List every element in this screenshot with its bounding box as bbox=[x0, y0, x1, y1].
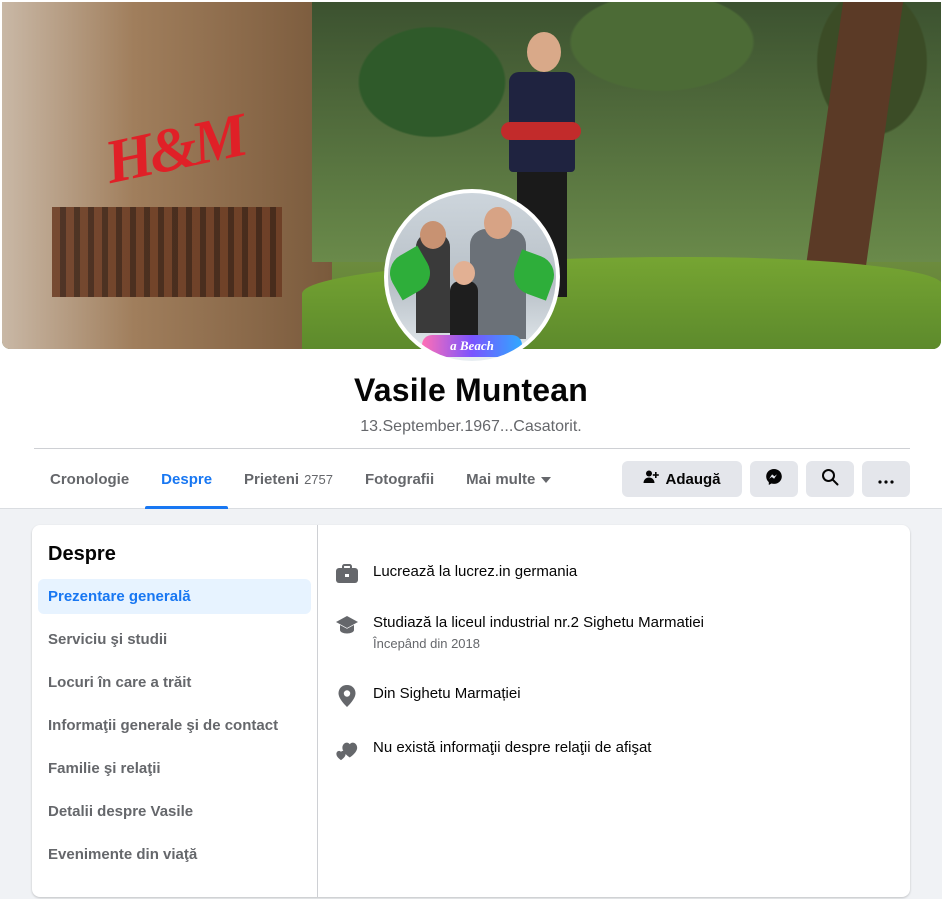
messenger-button[interactable] bbox=[750, 461, 798, 497]
add-friend-button[interactable]: Adaugă bbox=[622, 461, 742, 497]
friends-count: 2757 bbox=[304, 472, 333, 487]
about-sidebar: Despre Prezentare generală Serviciu şi s… bbox=[32, 525, 318, 897]
about-menu-family[interactable]: Familie şi relaţii bbox=[38, 751, 311, 786]
about-menu-details[interactable]: Detalii despre Vasile bbox=[38, 794, 311, 829]
relationship-info: Nu există informaţii despre relaţii de a… bbox=[335, 738, 651, 762]
about-card: Despre Prezentare generală Serviciu şi s… bbox=[32, 525, 910, 897]
work-text: Lucrează la lucrez.in germania bbox=[373, 563, 578, 580]
profile-actions: Adaugă bbox=[622, 461, 910, 497]
profile-bio: 13.September.1967...Casatorit. bbox=[360, 418, 582, 435]
caret-down-icon bbox=[541, 476, 552, 483]
header-divider bbox=[34, 448, 910, 449]
tab-prieteni[interactable]: Prieteni 2757 bbox=[228, 450, 349, 509]
tab-despre[interactable]: Despre bbox=[145, 450, 228, 509]
about-title: Despre bbox=[48, 543, 116, 565]
education-since: Începând din 2018 bbox=[373, 636, 480, 651]
add-person-icon bbox=[643, 469, 660, 489]
about-menu-contact-info[interactable]: Informaţii generale şi de contact bbox=[38, 708, 311, 743]
work-info: Lucrează la lucrez.in germania bbox=[335, 562, 577, 586]
messenger-icon bbox=[765, 468, 783, 490]
hometown-info: Din Sighetu Marmației bbox=[335, 684, 521, 708]
relationship-text: Nu există informaţii despre relaţii de a… bbox=[373, 739, 652, 756]
graduation-cap-icon bbox=[335, 613, 359, 637]
search-icon bbox=[821, 468, 839, 490]
avatar-frame-banner: a Beach bbox=[422, 335, 522, 357]
avatar-photo: a Beach bbox=[388, 193, 556, 361]
profile-name: Vasile Muntean bbox=[354, 372, 588, 408]
tab-mai-multe[interactable]: Mai multe bbox=[450, 450, 567, 509]
hometown-text: Din Sighetu Marmației bbox=[373, 685, 521, 702]
tab-fotografii[interactable]: Fotografii bbox=[349, 450, 450, 509]
tab-cronologie[interactable]: Cronologie bbox=[34, 450, 145, 509]
more-options-button[interactable] bbox=[862, 461, 910, 497]
about-content: Lucrează la lucrez.in germania Studiază … bbox=[319, 525, 910, 897]
about-menu-places-lived[interactable]: Locuri în care a trăit bbox=[38, 665, 311, 700]
profile-header: H&M a Beach Vasile Muntean 13.September.… bbox=[0, 0, 942, 509]
profile-avatar[interactable]: a Beach bbox=[384, 189, 560, 365]
briefcase-icon bbox=[335, 562, 359, 586]
education-info: Studiază la liceul industrial nr.2 Sighe… bbox=[335, 613, 704, 653]
about-menu-life-events[interactable]: Evenimente din viaţă bbox=[38, 837, 311, 872]
add-friend-label: Adaugă bbox=[665, 470, 721, 488]
profile-tabs: Cronologie Despre Prieteni 2757 Fotografi… bbox=[34, 450, 567, 509]
about-menu-work-education[interactable]: Serviciu şi studii bbox=[38, 622, 311, 657]
more-dots-icon bbox=[878, 471, 894, 488]
about-menu-overview[interactable]: Prezentare generală bbox=[38, 579, 311, 614]
hearts-icon bbox=[335, 738, 359, 762]
search-button[interactable] bbox=[806, 461, 854, 497]
cover-fence bbox=[52, 207, 282, 297]
education-text: Studiază la liceul industrial nr.2 Sighe… bbox=[373, 614, 705, 631]
location-pin-icon bbox=[335, 684, 359, 708]
